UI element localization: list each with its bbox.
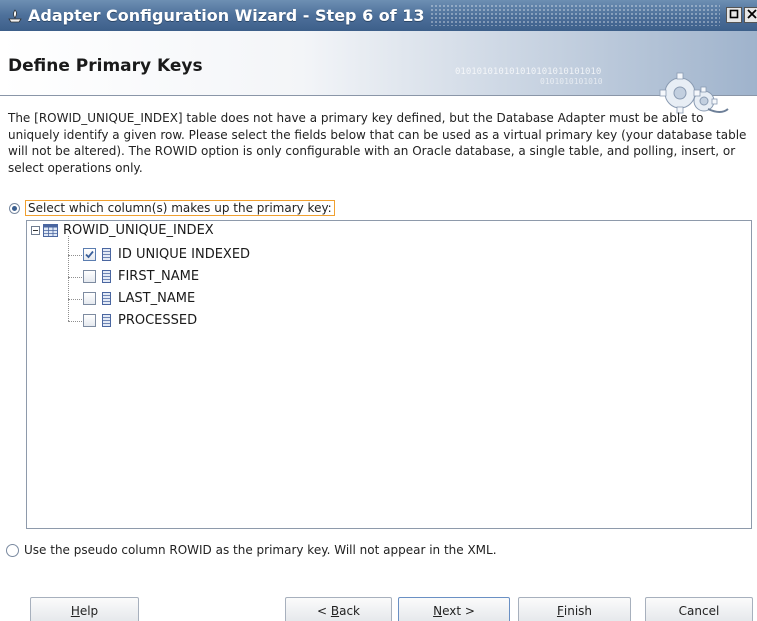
- tree-connector: [68, 299, 82, 300]
- close-button[interactable]: [744, 7, 757, 23]
- select-columns-option[interactable]: Select which column(s) makes up the prim…: [9, 200, 335, 216]
- back-label: ack: [339, 604, 360, 618]
- column-checkbox[interactable]: [83, 314, 96, 327]
- tree-connector: [68, 321, 82, 322]
- tree-connector: [68, 255, 82, 256]
- wizard-window: Adapter Configuration Wizard - Step 6 of…: [0, 0, 757, 621]
- column-icon: [102, 270, 111, 283]
- tree-node-column[interactable]: FIRST_NAME: [83, 269, 199, 284]
- tree-connector: [68, 236, 69, 321]
- header-decoration-2: 0101010101010: [540, 77, 603, 86]
- tree-node-column[interactable]: PROCESSED: [83, 313, 197, 328]
- cancel-button[interactable]: Cancel: [645, 597, 753, 621]
- help-label: elp: [79, 604, 99, 618]
- back-button[interactable]: < Back: [285, 597, 392, 621]
- back-prefix: <: [316, 604, 331, 618]
- back-mnemonic: B: [330, 604, 340, 618]
- app-icon: [6, 7, 24, 25]
- title-bar-pattern: [430, 4, 720, 26]
- cancel-label: Cancel: [678, 604, 720, 618]
- column-name: PROCESSED: [118, 313, 198, 328]
- table-name-label: ROWID_UNIQUE_INDEX: [63, 223, 214, 238]
- rowid-radio[interactable]: [6, 543, 19, 557]
- select-columns-label: Select which column(s) makes up the prim…: [25, 200, 335, 216]
- tree-node-column[interactable]: LAST_NAME: [83, 291, 195, 306]
- help-mnemonic: H: [70, 604, 80, 618]
- header-decoration: 010101010101010101010101010: [455, 67, 602, 77]
- rowid-label: Use the pseudo column ROWID as the prima…: [24, 543, 497, 557]
- column-checkbox[interactable]: [83, 270, 96, 283]
- finish-mnemonic: F: [556, 604, 564, 618]
- next-mnemonic: N: [433, 604, 443, 618]
- table-icon: [43, 224, 58, 237]
- finish-label: inish: [563, 604, 593, 618]
- description-text: The [ROWID_UNIQUE_INDEX] table does not …: [8, 111, 747, 175]
- restore-icon: [729, 9, 739, 21]
- tree-connector: [68, 277, 82, 278]
- column-checkbox[interactable]: [83, 248, 96, 261]
- column-checkbox[interactable]: [83, 292, 96, 305]
- close-icon: [747, 9, 757, 21]
- window-title: Adapter Configuration Wizard - Step 6 of…: [28, 6, 425, 25]
- tree-node-column[interactable]: ID UNIQUE INDEXED: [83, 247, 250, 262]
- select-columns-radio[interactable]: [9, 202, 20, 214]
- rowid-option[interactable]: Use the pseudo column ROWID as the prima…: [6, 543, 497, 557]
- column-icon: [102, 292, 111, 305]
- column-icon: [102, 248, 111, 261]
- column-name: FIRST_NAME: [118, 269, 200, 284]
- next-label: ext >: [442, 604, 475, 618]
- column-icon: [102, 314, 111, 327]
- finish-button[interactable]: Finish: [518, 597, 631, 621]
- tree-node-table[interactable]: ROWID_UNIQUE_INDEX: [31, 223, 214, 238]
- wizard-header: Define Primary Keys 01010101010101010101…: [0, 31, 757, 114]
- column-name: ID UNIQUE INDEXED: [118, 247, 251, 262]
- page-title: Define Primary Keys: [8, 56, 203, 76]
- title-bar: Adapter Configuration Wizard - Step 6 of…: [0, 0, 757, 31]
- column-name: LAST_NAME: [118, 291, 196, 306]
- help-button[interactable]: Help: [30, 597, 139, 621]
- restore-button[interactable]: [726, 7, 742, 23]
- collapse-icon[interactable]: [31, 226, 40, 235]
- next-button[interactable]: Next >: [398, 597, 510, 621]
- columns-tree[interactable]: ROWID_UNIQUE_INDEX ID UNIQUE INDEXED FIR…: [26, 220, 752, 529]
